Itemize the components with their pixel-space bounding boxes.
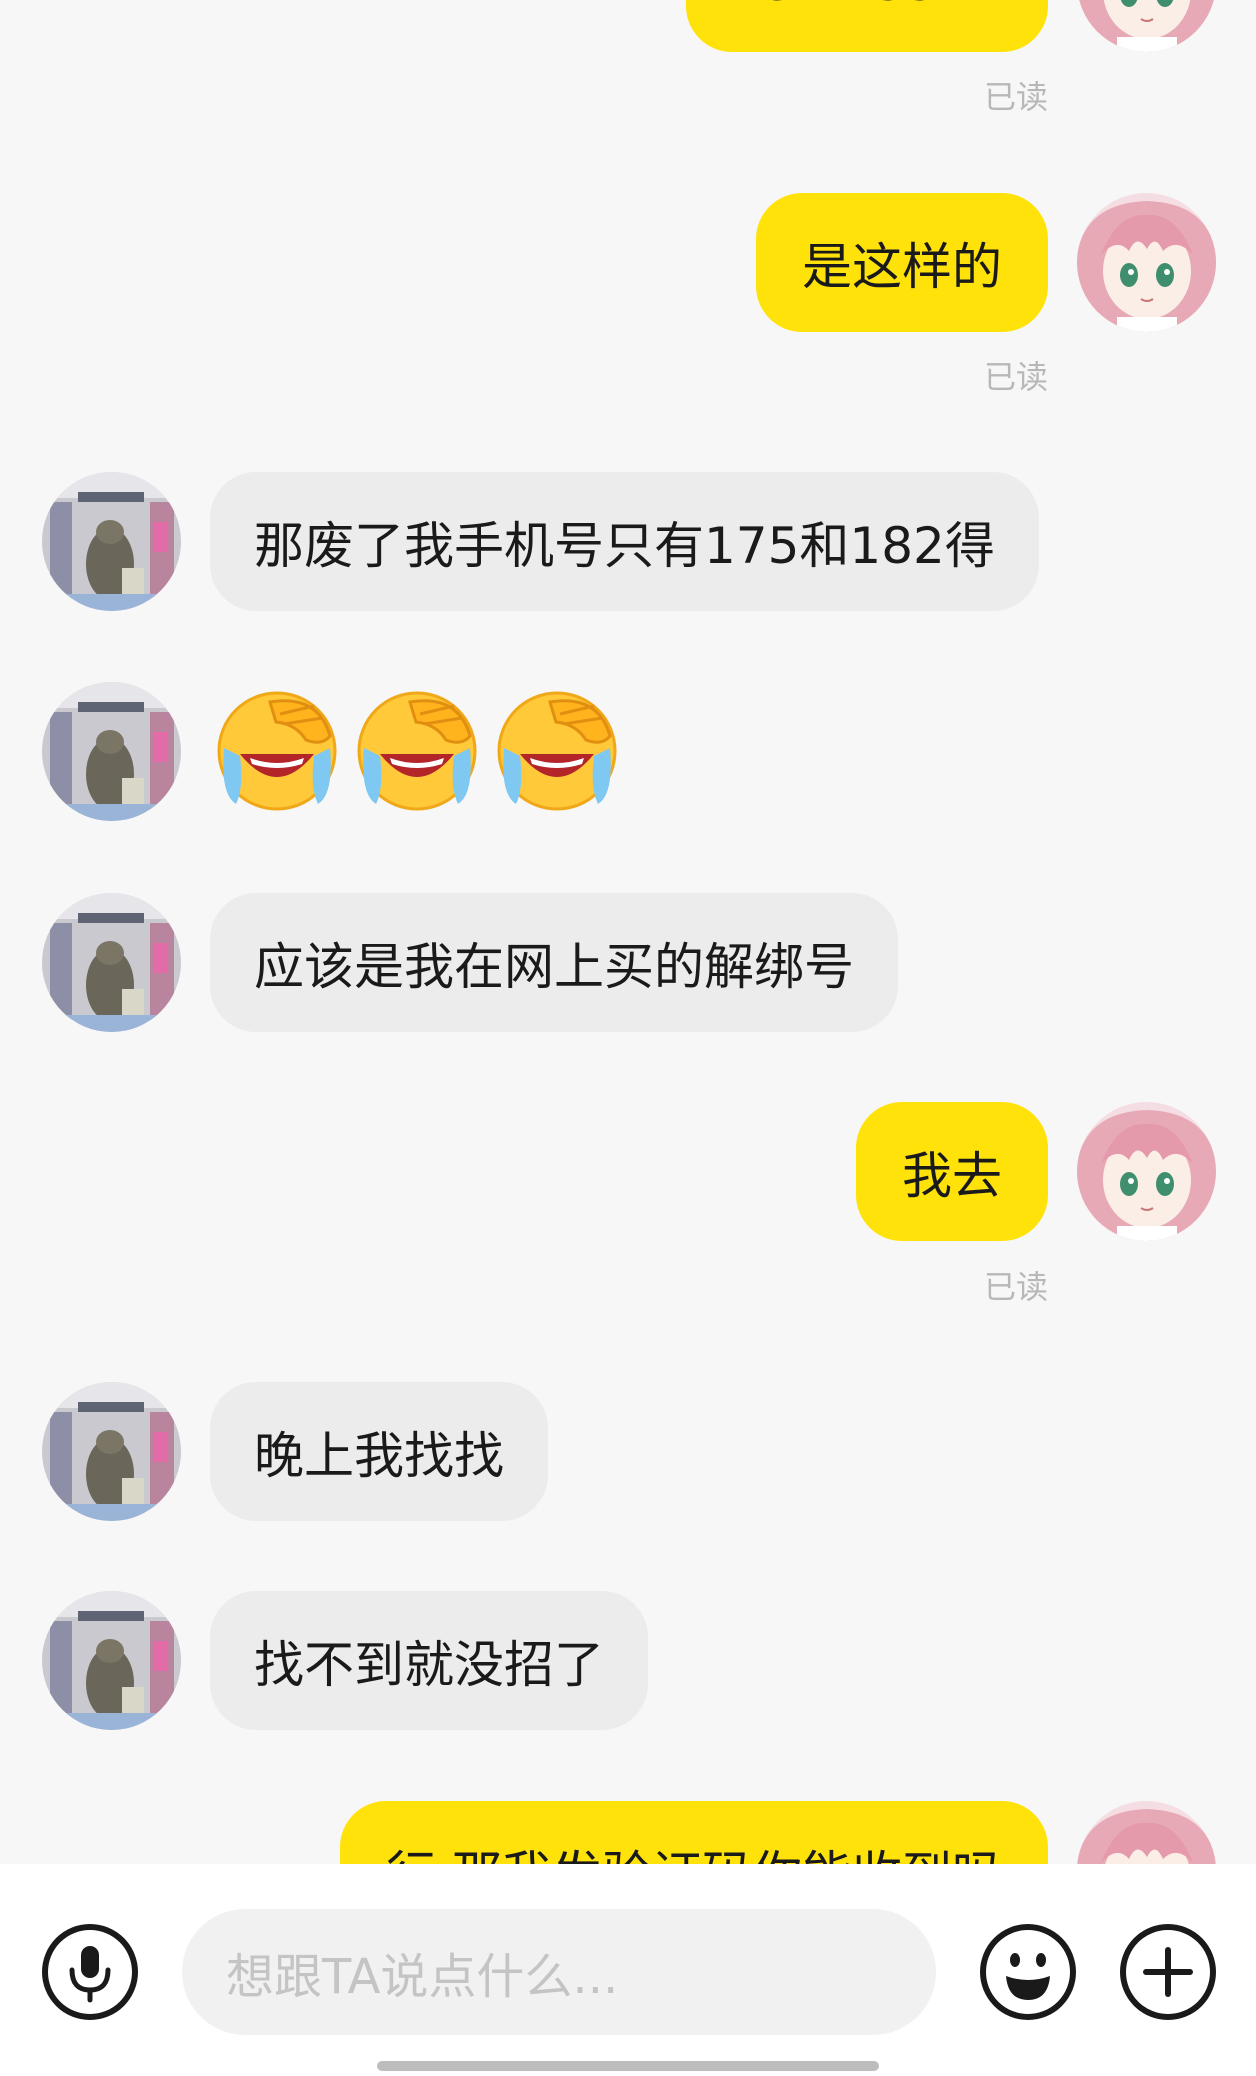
read-receipt: 已读: [983, 358, 1048, 396]
message-text: 行 那我发验证码你能收到吗: [386, 1835, 1002, 1865]
facepalm-crying-emoji: [350, 684, 484, 818]
message-bubble[interactable]: 晚上我找找: [210, 1382, 548, 1521]
message-text: 是这样的: [802, 237, 1002, 296]
message-input-placeholder: 想跟TA说点什么...: [226, 1949, 619, 2005]
message-list[interactable]: 1344 5577 已读 是这样的 已读 那废了我手机号只有175和182得 应…: [0, 0, 1256, 1864]
message-text: 找不到就没招了: [254, 1635, 604, 1694]
message-text: 那废了我手机号只有175和182得: [254, 516, 995, 575]
message-bubble[interactable]: 应该是我在网上买的解绑号: [210, 893, 898, 1032]
message-input[interactable]: 想跟TA说点什么...: [182, 1909, 936, 2035]
my-avatar[interactable]: [1077, 1801, 1216, 1864]
message-bubble[interactable]: 找不到就没招了: [210, 1591, 648, 1730]
contact-avatar[interactable]: [42, 893, 181, 1032]
message-bubble[interactable]: 是这样的: [756, 193, 1048, 332]
message-text: 应该是我在网上买的解绑号: [254, 937, 854, 996]
message-bubble[interactable]: 我去: [856, 1102, 1048, 1241]
message-bubble[interactable]: 1344 5577: [685, 0, 1048, 52]
contact-avatar[interactable]: [42, 682, 181, 821]
home-indicator: [377, 2061, 879, 2071]
facepalm-crying-emoji: [490, 684, 624, 818]
contact-avatar[interactable]: [42, 1591, 181, 1730]
message-text: 晚上我找找: [254, 1426, 504, 1485]
message-text: 1344 5577: [732, 0, 1002, 12]
contact-avatar[interactable]: [42, 472, 181, 611]
my-avatar[interactable]: [1077, 193, 1216, 332]
message-bubble[interactable]: 那废了我手机号只有175和182得: [210, 472, 1039, 611]
my-avatar[interactable]: [1077, 0, 1216, 52]
read-receipt: 已读: [983, 1268, 1048, 1306]
facepalm-crying-emoji: [210, 684, 344, 818]
microphone-icon[interactable]: [40, 1922, 140, 2022]
message-bubble[interactable]: 行 那我发验证码你能收到吗: [340, 1801, 1048, 1864]
plus-icon[interactable]: [1118, 1922, 1218, 2022]
read-receipt: 已读: [983, 78, 1048, 116]
my-avatar[interactable]: [1077, 1102, 1216, 1241]
emoji-icon[interactable]: [978, 1922, 1078, 2022]
input-bar: 想跟TA说点什么...: [0, 1864, 1256, 2076]
message-text: 我去: [902, 1146, 1002, 1205]
contact-avatar[interactable]: [42, 1382, 181, 1521]
